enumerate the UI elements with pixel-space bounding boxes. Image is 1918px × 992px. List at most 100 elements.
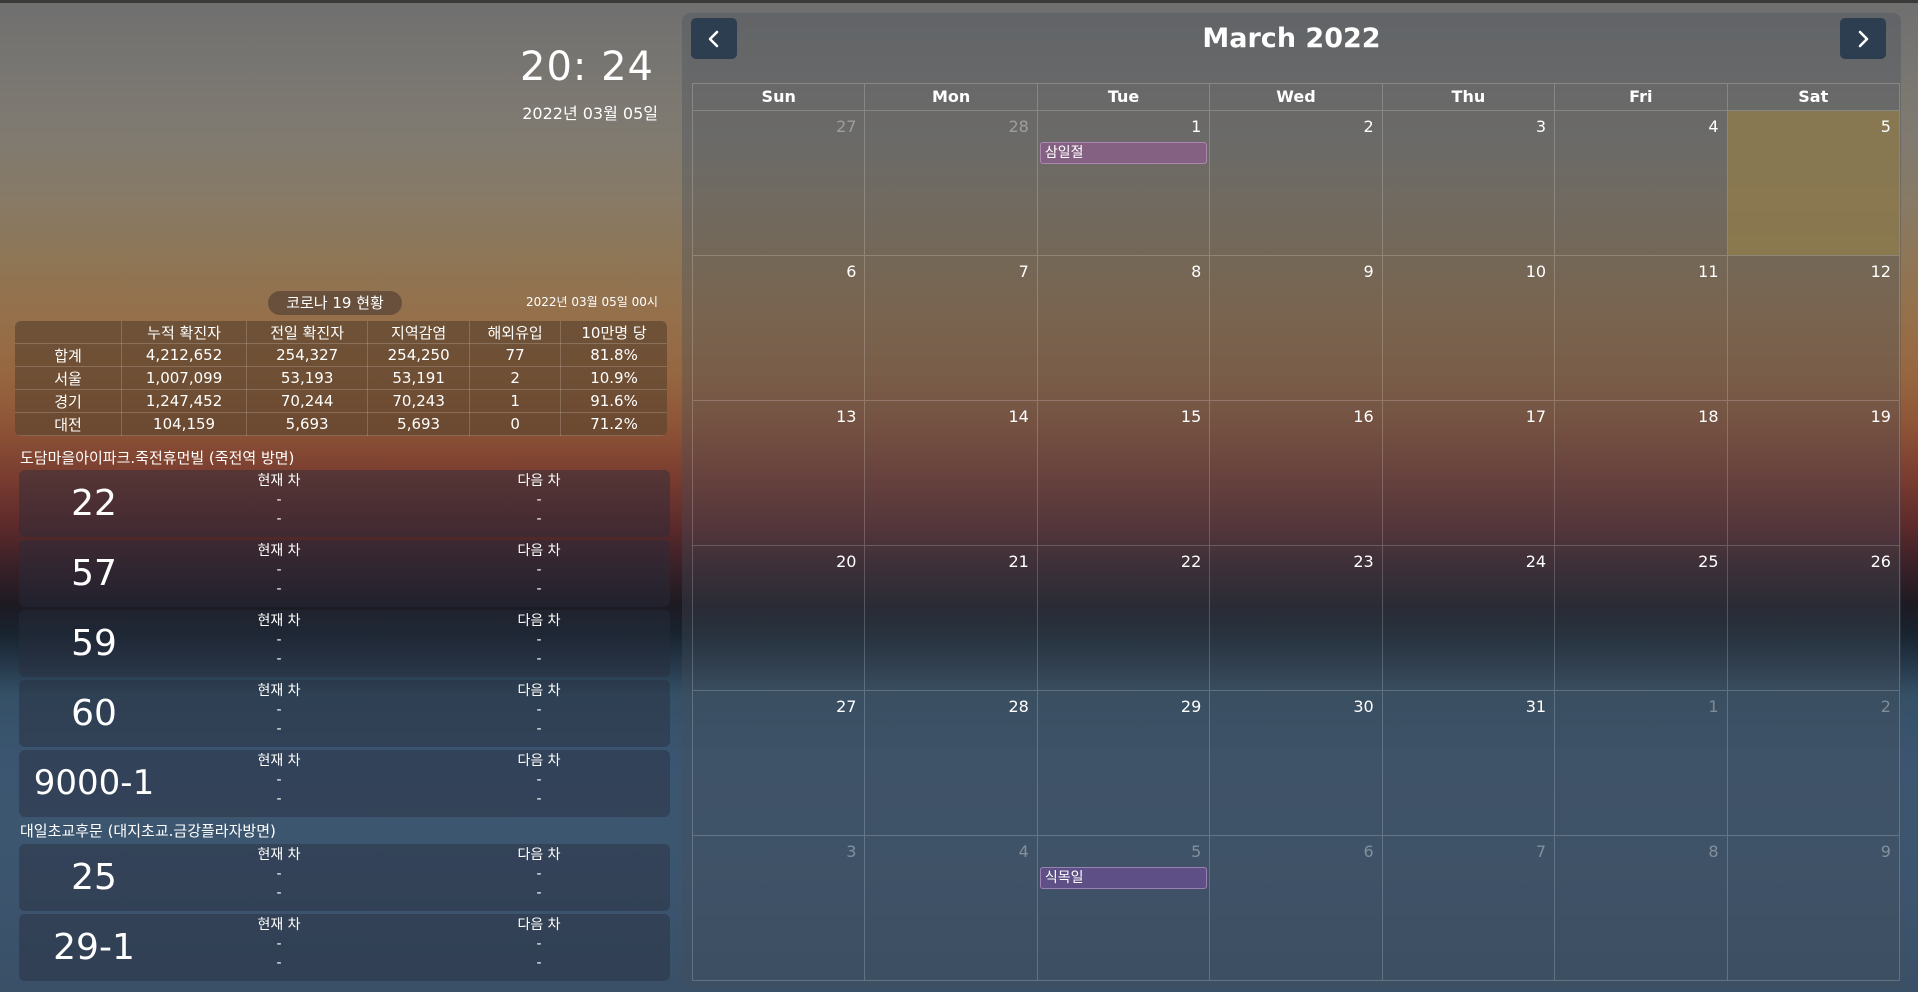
calendar-day[interactable]: 26 (1728, 546, 1899, 690)
calendar-day[interactable]: 20 (693, 546, 866, 690)
day-number: 7 (1018, 262, 1029, 281)
next-bus-stops: - (536, 955, 542, 971)
covid-cell: 경기 (15, 389, 122, 413)
day-number: 6 (846, 262, 857, 281)
bus-route-card[interactable]: 57 현재 차 - - 다음 차 - - (19, 540, 670, 607)
next-bus-time: - (536, 772, 542, 788)
calendar-day[interactable]: 22 (1038, 546, 1211, 690)
calendar-day[interactable]: 17 (1383, 401, 1556, 545)
covid-header: 지역감염 (367, 321, 471, 344)
weekday-label: Fri (1555, 84, 1728, 110)
day-number: 28 (1008, 697, 1029, 716)
calendar-day[interactable]: 4 (865, 836, 1038, 980)
calendar-day[interactable]: 10 (1383, 256, 1556, 400)
weekday-label: Sun (693, 84, 866, 110)
calendar-day[interactable]: 24 (1383, 546, 1556, 690)
calendar-day[interactable]: 27 (693, 691, 866, 835)
covid-cell: 91.6% (560, 389, 667, 413)
calendar-day[interactable]: 6 (1210, 836, 1383, 980)
next-bus-time: - (536, 492, 542, 508)
covid-cell: 104,159 (120, 412, 248, 436)
day-number: 4 (1708, 117, 1719, 136)
calendar-day[interactable]: 23 (1210, 546, 1383, 690)
calendar-day[interactable]: 21 (865, 546, 1038, 690)
next-bus-time: - (536, 702, 542, 718)
calendar-day[interactable]: 28 (865, 111, 1038, 255)
next-bus-stops: - (536, 721, 542, 737)
calendar-day[interactable]: 19 (1728, 401, 1899, 545)
calendar-week: 27 28 1 삼일절 2 3 4 5 (692, 110, 1900, 255)
next-month-button[interactable] (1840, 18, 1886, 59)
day-number: 26 (1870, 552, 1891, 571)
calendar-day[interactable]: 5 식목일 (1038, 836, 1211, 980)
calendar-day[interactable]: 15 (1038, 401, 1211, 545)
covid-cell: 1 (469, 389, 562, 413)
bus-route-number: 29-1 (53, 927, 135, 968)
calendar-day[interactable]: 6 (693, 256, 866, 400)
bus-route-card[interactable]: 22 현재 차 - - 다음 차 - - (19, 470, 670, 537)
current-bus-label: 현재 차 (257, 917, 301, 933)
covid-cell: 서울 (15, 366, 122, 390)
covid-cell: 5,693 (246, 412, 369, 436)
day-number: 25 (1698, 552, 1719, 571)
calendar-day[interactable]: 1 삼일절 (1038, 111, 1211, 255)
calendar-event[interactable]: 삼일절 (1039, 142, 1208, 164)
calendar-week: 20 21 22 23 24 25 26 (692, 545, 1900, 690)
weekday-label: Sat (1798, 87, 1829, 106)
day-number: 8 (1191, 262, 1202, 281)
bus-route-card[interactable]: 59 현재 차 - - 다음 차 - - (19, 610, 670, 677)
calendar-day[interactable]: 27 (693, 111, 866, 255)
calendar-day[interactable]: 29 (1038, 691, 1211, 835)
current-bus-stops: - (276, 885, 282, 901)
calendar-day[interactable]: 25 (1555, 546, 1728, 690)
calendar-day[interactable]: 30 (1210, 691, 1383, 835)
covid-cell: 2 (469, 366, 562, 390)
covid-row: 대전 104,159 5,693 5,693 0 71.2% (15, 412, 667, 436)
calendar-day[interactable]: 14 (865, 401, 1038, 545)
calendar-day[interactable]: 9 (1728, 836, 1899, 980)
calendar-day[interactable]: 31 (1383, 691, 1556, 835)
calendar-day[interactable]: 4 (1555, 111, 1728, 255)
calendar-day[interactable]: 2 (1728, 691, 1899, 835)
current-bus-label: 현재 차 (257, 613, 301, 629)
covid-header (15, 321, 122, 344)
calendar-day[interactable]: 3 (1383, 111, 1556, 255)
next-bus-time: - (536, 562, 542, 578)
calendar-day[interactable]: 9 (1210, 256, 1383, 400)
next-bus-stops: - (536, 885, 542, 901)
calendar-event[interactable]: 식목일 (1039, 867, 1208, 889)
current-bus-info: 현재 차 - - (229, 472, 329, 529)
bus-route-card[interactable]: 60 현재 차 - - 다음 차 - - (19, 680, 670, 747)
day-number: 15 (1180, 407, 1202, 426)
day-number: 9 (1880, 842, 1891, 861)
day-number: 30 (1353, 697, 1374, 716)
calendar-day[interactable]: 7 (865, 256, 1038, 400)
calendar-day[interactable]: 8 (1038, 256, 1211, 400)
bus-route-card[interactable]: 9000-1 현재 차 - - 다음 차 - - (19, 750, 670, 817)
day-number: 17 (1525, 407, 1547, 426)
bus-route-card[interactable]: 29-1 현재 차 - - 다음 차 - - (19, 914, 670, 981)
calendar-day-today[interactable]: 5 (1727, 111, 1899, 255)
calendar-day[interactable]: 2 (1210, 111, 1383, 255)
calendar-day[interactable]: 13 (693, 401, 866, 545)
day-number: 22 (1180, 552, 1202, 571)
covid-header: 누적 확진자 (120, 321, 248, 344)
next-bus-info: 다음 차 - - (489, 542, 589, 599)
current-bus-label: 현재 차 (257, 543, 301, 559)
calendar-day[interactable]: 16 (1210, 401, 1383, 545)
day-number: 20 (836, 552, 857, 571)
covid-row: 경기 1,247,452 70,244 70,243 1 91.6% (15, 389, 667, 413)
calendar-day[interactable]: 8 (1555, 836, 1728, 980)
calendar-day[interactable]: 11 (1555, 256, 1728, 400)
day-number: 14 (1008, 407, 1029, 426)
covid-cell: 77 (469, 343, 562, 367)
calendar-day[interactable]: 18 (1555, 401, 1728, 545)
calendar-day[interactable]: 1 (1555, 691, 1728, 835)
next-bus-label: 다음 차 (517, 473, 561, 489)
calendar-day[interactable]: 3 (693, 836, 866, 980)
bus-route-card[interactable]: 25 현재 차 - - 다음 차 - - (19, 844, 670, 911)
calendar-day[interactable]: 28 (865, 691, 1038, 835)
calendar-day[interactable]: 7 (1383, 836, 1556, 980)
calendar-day[interactable]: 12 (1728, 256, 1899, 400)
weekday-label: Wed (1210, 84, 1383, 110)
